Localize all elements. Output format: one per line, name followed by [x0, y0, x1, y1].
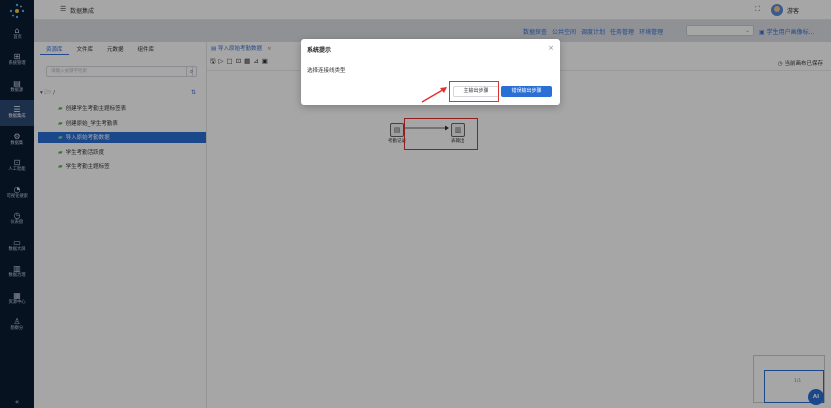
highlight-box [449, 81, 499, 102]
dialog-message: 选择连接线类型 [307, 68, 346, 74]
dialog-title: 系统提示 [307, 47, 332, 54]
error-output-button[interactable]: 错误输出步骤 [501, 86, 552, 97]
pointer-arrow-icon [421, 87, 447, 103]
close-icon[interactable]: × [548, 44, 554, 52]
